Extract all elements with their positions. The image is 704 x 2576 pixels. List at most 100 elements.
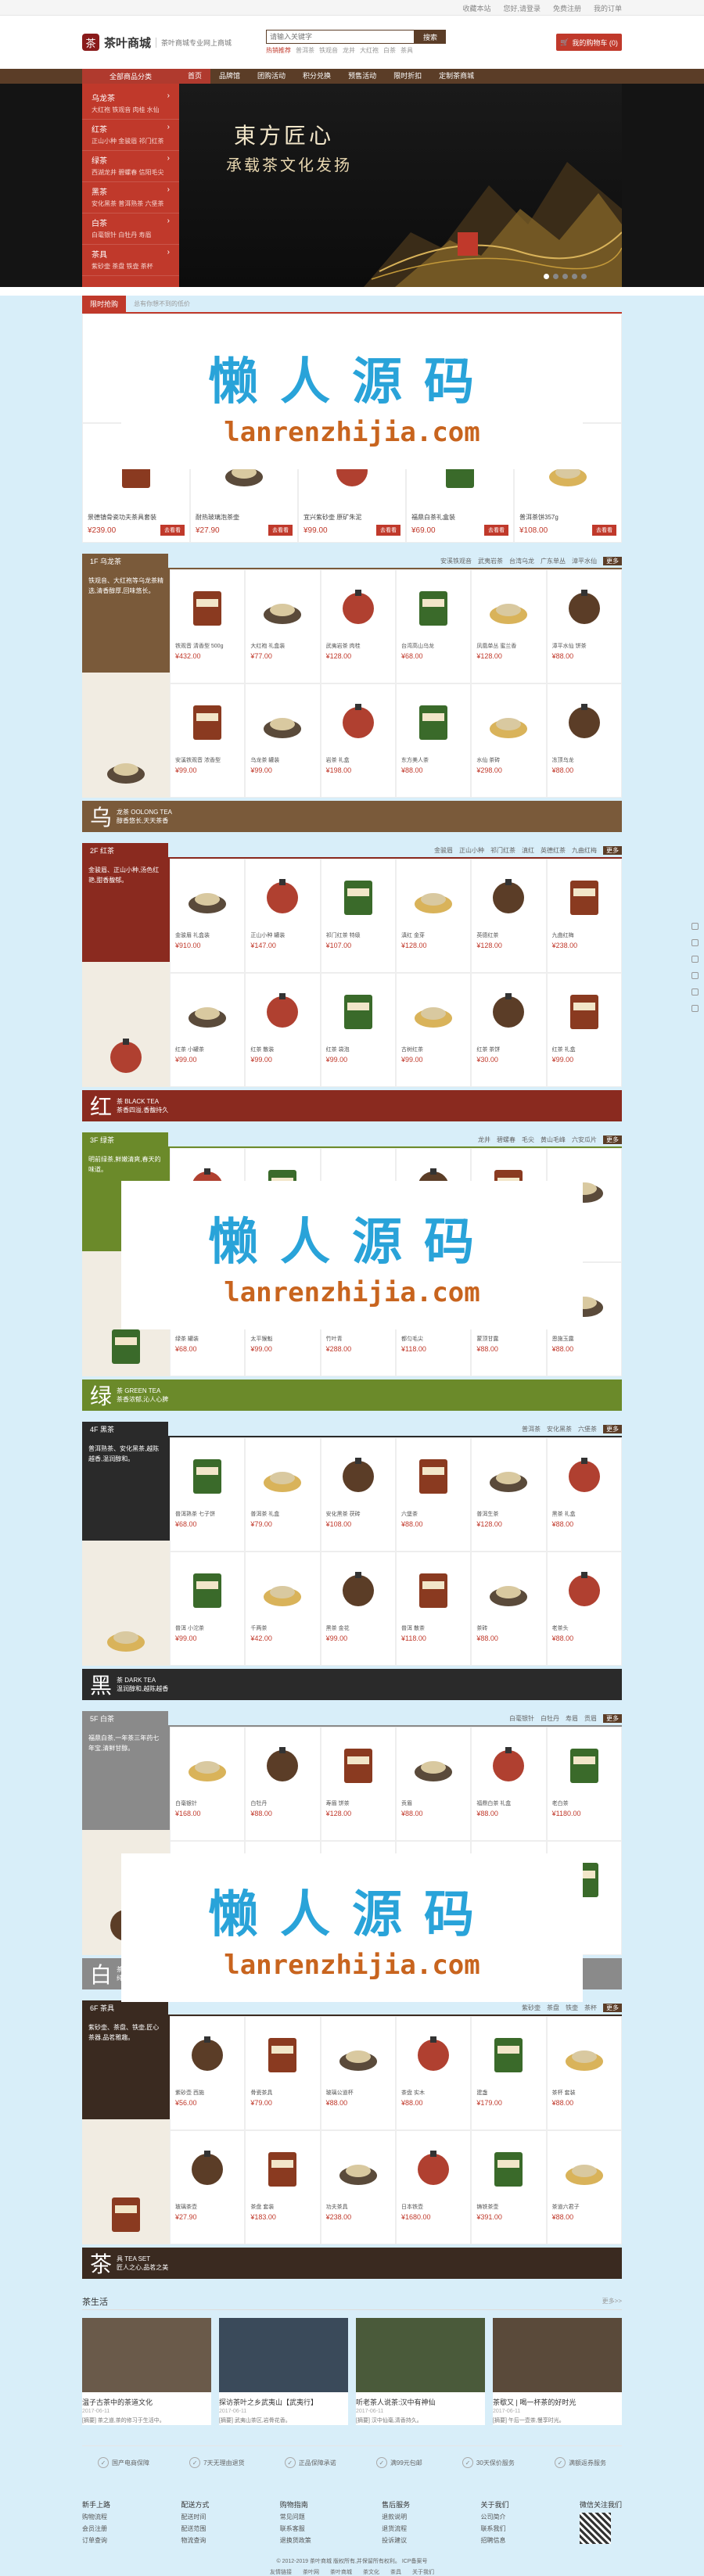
product-name[interactable]: 白毫银针	[175, 1799, 239, 1807]
product-name[interactable]: 水仙 茶砖	[476, 756, 541, 764]
tea-life-more-link[interactable]: 更多>>	[602, 2297, 622, 2305]
product-name[interactable]: 普洱 散茶	[401, 1624, 465, 1632]
product-image[interactable]	[259, 1741, 306, 1788]
footer-link[interactable]: 联系我们	[481, 2524, 509, 2533]
product-name[interactable]: 玻璃茶壶	[175, 2203, 239, 2211]
product-name[interactable]: 都匀毛尖	[401, 1335, 465, 1343]
product-name[interactable]: 骨瓷茶具	[250, 2089, 314, 2097]
nav-item[interactable]: 首页	[179, 69, 211, 84]
friend-link[interactable]: 茶叶网	[303, 2568, 319, 2576]
product-name[interactable]: 建盏	[476, 2089, 541, 2097]
product-name[interactable]: 寿眉 饼茶	[326, 1799, 390, 1807]
product-card[interactable]: 古树红茶 ¥99.00	[396, 973, 472, 1087]
product-image[interactable]	[485, 1451, 532, 1498]
friend-link[interactable]: 茶叶商城	[330, 2568, 352, 2576]
footer-link[interactable]: 公司简介	[481, 2513, 509, 2521]
floor-tab[interactable]: 滇红	[522, 846, 534, 855]
friend-link[interactable]: 茶文化	[363, 2568, 379, 2576]
product-name[interactable]: 漳平水仙 饼茶	[552, 642, 616, 650]
carousel-dot[interactable]	[572, 274, 577, 279]
product-name[interactable]: 老白茶	[552, 1799, 616, 1807]
product-name[interactable]: 茶杯 套装	[552, 2089, 616, 2097]
product-image[interactable]	[485, 583, 532, 630]
product-name[interactable]: 安溪铁观音 浓香型	[175, 756, 239, 764]
friend-link[interactable]: 茶具	[390, 2568, 401, 2576]
product-name[interactable]: 千两茶	[250, 1624, 314, 1632]
product-image[interactable]	[561, 583, 608, 630]
product-name[interactable]: 红茶 小罐茶	[175, 1046, 239, 1053]
product-name[interactable]: 功夫茶具	[326, 2203, 390, 2211]
floor-banner[interactable]: 红茶 BLACK TEA 茶香四溢,香馥持久	[82, 1090, 622, 1121]
product-image[interactable]	[335, 987, 382, 1034]
floor-tab[interactable]: 茶杯	[584, 2004, 597, 2012]
product-name[interactable]: 东方美人茶	[401, 756, 465, 764]
floor-tab[interactable]: 安溪铁观音	[440, 557, 472, 565]
product-image[interactable]	[335, 2030, 382, 2077]
nav-item[interactable]: 品牌馆	[210, 69, 249, 84]
floor-banner[interactable]: 茶具 TEA SET 匠人之心,品茗之美	[82, 2248, 622, 2279]
product-image[interactable]	[561, 2144, 608, 2191]
cart-button[interactable]: 🛒 我的购物车 (0)	[556, 34, 622, 51]
product-name[interactable]: 英德红茶	[476, 931, 541, 939]
friend-link[interactable]: 关于我们	[412, 2568, 434, 2576]
product-name[interactable]: 福鼎白茶礼盒装	[411, 513, 508, 522]
banner-image[interactable]: 東方匠心 承载茶文化发扬	[179, 84, 622, 287]
floor-side-image[interactable]	[82, 1541, 170, 1666]
hot-word[interactable]: 热销推荐	[266, 46, 291, 55]
product-name[interactable]: 普洱 小沱茶	[175, 1624, 239, 1632]
article-card[interactable]: 温子古茶中的茶道文化 2017-06-11 [摘要] 茶之道,茶的修习于生活中。	[82, 2318, 211, 2425]
product-card[interactable]: 乌龙茶 罐装 ¥99.00	[245, 683, 321, 798]
floor-tab[interactable]: 金骏眉	[434, 846, 453, 855]
floor-tab[interactable]: 龙井	[478, 1136, 490, 1144]
footer-link[interactable]: 联系客服	[280, 2524, 311, 2533]
floor-tab[interactable]: 更多	[603, 556, 622, 565]
product-card[interactable]: 普洱 小沱茶 ¥99.00	[170, 1552, 246, 1666]
floor-tab[interactable]: 寿眉	[566, 1714, 578, 1723]
product-image[interactable]	[335, 2144, 382, 2191]
product-image[interactable]	[561, 2030, 608, 2077]
floor-tab[interactable]: 茶盘	[547, 2004, 559, 2012]
product-name[interactable]: 铁观音 清香型 500g	[175, 642, 239, 650]
carousel-dot[interactable]	[544, 274, 549, 279]
product-image[interactable]	[410, 583, 457, 630]
footer-link[interactable]: 常见问题	[280, 2513, 311, 2521]
product-image[interactable]	[102, 743, 149, 790]
article-title[interactable]: 探访茶叶之乡武夷山【武夷行】	[219, 2397, 348, 2407]
product-image[interactable]	[102, 1611, 149, 1658]
product-image[interactable]	[410, 1451, 457, 1498]
product-image[interactable]	[335, 583, 382, 630]
product-card[interactable]: 白牡丹 ¥88.00	[245, 1727, 321, 1841]
top-link[interactable]: 您好,请登录	[503, 3, 541, 13]
category-item[interactable]: 白茶 › 白毫银针 白牡丹 寿眉	[82, 213, 179, 245]
floor-tab[interactable]: 正山小种	[459, 846, 484, 855]
product-card[interactable]: 紫砂壶 西施 ¥56.00	[170, 2016, 246, 2130]
floor-tab[interactable]: 六安瓜片	[572, 1136, 597, 1144]
floor-tab[interactable]: 更多	[603, 1713, 622, 1723]
floor-tab[interactable]: 台湾乌龙	[509, 557, 534, 565]
product-name[interactable]: 绿茶 罐装	[175, 1335, 239, 1343]
floor-tab[interactable]: 九曲红梅	[572, 846, 597, 855]
product-image[interactable]	[259, 2030, 306, 2077]
footer-link[interactable]: 投诉建议	[382, 2536, 410, 2545]
product-name[interactable]: 茶盘 实木	[401, 2089, 465, 2097]
product-card[interactable]: 正山小种 罐装 ¥147.00	[245, 859, 321, 973]
logo[interactable]: 茶 茶叶商城 茶叶商城专业网上商城	[82, 34, 266, 51]
product-name[interactable]: 冻顶乌龙	[552, 756, 616, 764]
product-card[interactable]: 安化黑茶 茯砖 ¥108.00	[320, 1437, 396, 1552]
floor-tab[interactable]: 白毫银针	[509, 1714, 534, 1723]
product-name[interactable]: 武夷岩茶 肉桂	[326, 642, 390, 650]
hot-word[interactable]: 大红袍	[360, 46, 379, 55]
category-item[interactable]: 乌龙茶 › 大红袍 铁观音 肉桂 水仙	[82, 88, 179, 120]
article-title[interactable]: 听老茶人说茶:汉中有神仙	[356, 2397, 485, 2407]
hot-word[interactable]: 茶具	[400, 46, 413, 55]
product-name[interactable]: 恩施玉露	[552, 1335, 616, 1343]
product-image[interactable]	[485, 987, 532, 1034]
product-name[interactable]: 红茶 袋泡	[326, 1046, 390, 1053]
product-name[interactable]: 太平猴魁	[250, 1335, 314, 1343]
floor-tab[interactable]: 碧螺春	[497, 1136, 515, 1144]
product-image[interactable]	[561, 1451, 608, 1498]
product-name[interactable]: 耐热玻璃泡茶壶	[196, 513, 293, 522]
product-image[interactable]	[335, 1566, 382, 1613]
top-link[interactable]: 我的订单	[594, 3, 622, 13]
product-image[interactable]	[335, 873, 382, 920]
